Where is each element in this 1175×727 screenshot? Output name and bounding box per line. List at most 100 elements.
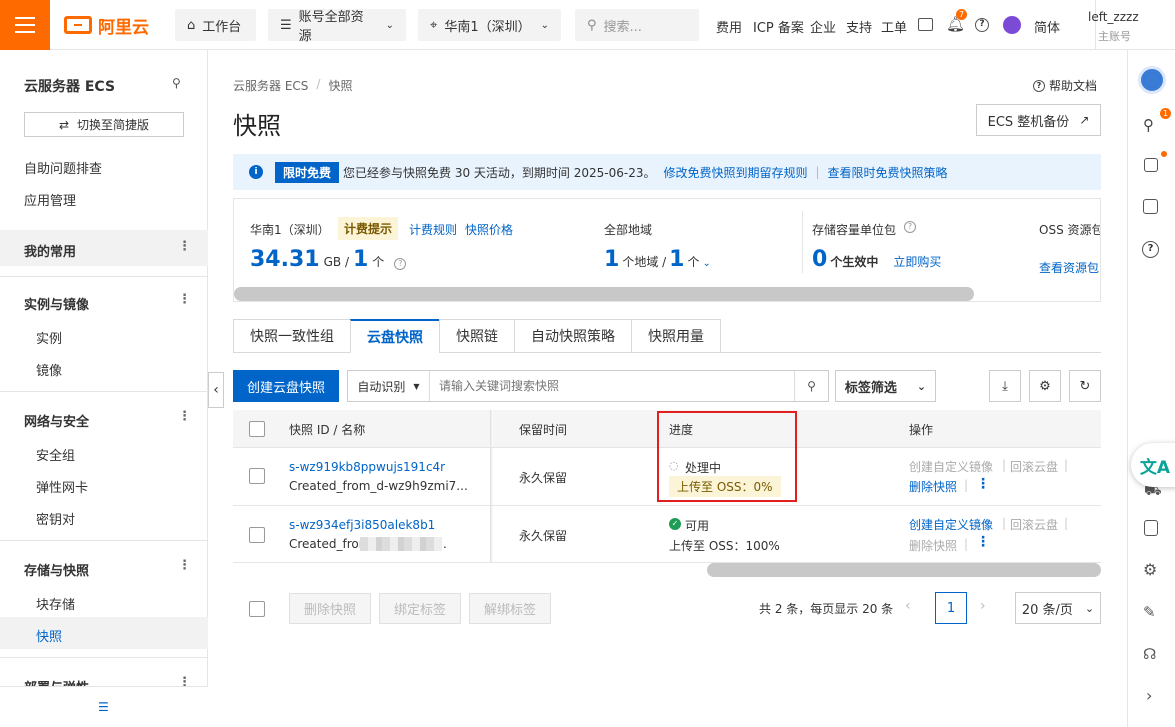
regions-count-unit: 个 (687, 255, 700, 269)
document-icon[interactable] (1144, 520, 1158, 536)
more-actions-icon[interactable]: ⋮ (976, 476, 990, 492)
nav-group-storage[interactable]: 存储与快照 (24, 560, 89, 579)
ticket-link[interactable]: 工单 (881, 17, 907, 36)
translate-icon[interactable]: 文A (1131, 443, 1175, 487)
nav-item-images[interactable]: 镜像 (36, 360, 62, 379)
snapshot-id-link[interactable]: s-wz934efj3i850alek8b1 (289, 518, 435, 532)
chevron-down-icon[interactable]: ⌄ (703, 258, 711, 269)
unbind-tag-button[interactable]: 解绑标签 (469, 593, 551, 624)
page-size-label: 20 条/页 (1021, 602, 1073, 618)
tab-consistency-group[interactable]: 快照一致性组 (233, 319, 351, 353)
search-icon[interactable]: ⚲ (1143, 116, 1154, 134)
region-selector[interactable]: ⌖ 华南1（深圳） ⌄ (418, 9, 561, 41)
breadcrumb-ecs[interactable]: 云服务器 ECS (233, 77, 308, 94)
select-all-checkbox[interactable] (249, 421, 265, 437)
more-icon[interactable]: ⋮ (178, 292, 191, 307)
nav-item-keypair[interactable]: 密钥对 (36, 509, 75, 528)
refresh-icon[interactable]: ↻ (1069, 370, 1101, 402)
aliyun-logo[interactable]: 阿里云 (64, 14, 149, 38)
tab-auto-policy[interactable]: 自动快照策略 (514, 319, 632, 353)
nav-active-row[interactable] (0, 617, 208, 649)
switch-simple-mode-button[interactable]: ⇄ 切换至简捷版 (24, 112, 184, 137)
tag-filter-button[interactable]: 标签筛选 ⌄ (835, 370, 936, 402)
help-icon[interactable]: ? (394, 258, 407, 270)
workbench-button[interactable]: ⌂ 工作台 (175, 9, 256, 41)
create-snapshot-button[interactable]: 创建云盘快照 (233, 370, 339, 402)
nav-group-instances[interactable]: 实例与镜像 (24, 294, 89, 313)
modify-rule-link[interactable]: 修改免费快照到期留存规则 (663, 164, 807, 181)
tab-snapshot-chain[interactable]: 快照链 (439, 319, 515, 353)
tab-snapshot-usage[interactable]: 快照用量 (631, 319, 721, 353)
collapse-nav-icon[interactable]: ‹ (208, 372, 224, 408)
enterprise-link[interactable]: 企业 (810, 17, 836, 36)
help-docs-link[interactable]: ? 帮助文档 (1033, 77, 1097, 94)
support-link[interactable]: 支持 (846, 17, 872, 36)
row-checkbox[interactable] (249, 468, 265, 484)
more-icon[interactable]: ⋮ (178, 239, 191, 254)
search-icon[interactable]: ⚲ (172, 76, 181, 90)
nav-group-favorites[interactable]: 我的常用 (24, 241, 76, 260)
buy-now-link[interactable]: 立即购买 (893, 253, 941, 270)
ai-assistant-icon[interactable] (1003, 16, 1021, 34)
collapse-menu-icon[interactable]: ☰ (98, 700, 109, 714)
nav-group-network[interactable]: 网络与安全 (24, 411, 89, 430)
page-number-button[interactable]: 1 (935, 592, 967, 624)
nav-item-troubleshoot[interactable]: 自助问题排查 (24, 158, 102, 177)
search-box[interactable]: ⚲ 搜索... (575, 9, 699, 41)
checklist-icon[interactable] (1143, 199, 1158, 214)
snapshot-price-link[interactable]: 快照价格 (465, 221, 513, 238)
create-image-link[interactable]: 创建自定义镜像 (909, 458, 993, 475)
snapshot-id-link[interactable]: s-wz919kb8ppwujs191c4r (289, 460, 445, 474)
footer-select-all-checkbox[interactable] (249, 601, 265, 617)
user-name[interactable]: left_zzzz (1088, 10, 1139, 24)
settings-icon[interactable]: ⚙ (1029, 370, 1061, 402)
more-icon[interactable]: ⋮ (178, 558, 191, 573)
nav-item-app-management[interactable]: 应用管理 (24, 190, 76, 209)
help-icon[interactable]: ? (904, 221, 916, 233)
settings-icon[interactable]: ⚙ (1143, 560, 1157, 579)
view-policy-link[interactable]: 查看限时免费快照策略 (828, 164, 948, 181)
table-scrollbar[interactable] (707, 563, 1101, 577)
icp-link[interactable]: ICP 备案 (753, 17, 804, 36)
language-switch[interactable]: 简体 (1034, 17, 1060, 36)
page-size-select[interactable]: 20 条/页 ⌄ (1015, 592, 1101, 624)
row-checkbox[interactable] (249, 527, 265, 543)
more-actions-icon[interactable]: ⋮ (976, 534, 990, 550)
next-page-icon[interactable]: › (980, 598, 986, 614)
nav-item-instances[interactable]: 实例 (36, 328, 62, 347)
nav-item-eni[interactable]: 弹性网卡 (36, 477, 88, 496)
help-icon[interactable]: ? (1142, 241, 1159, 258)
edit-icon[interactable]: ✎ (1143, 603, 1156, 621)
nav-item-security-group[interactable]: 安全组 (36, 445, 75, 464)
chevron-right-icon[interactable]: › (1146, 686, 1152, 705)
robot-assistant-icon[interactable] (1138, 66, 1166, 94)
menu-icon[interactable] (0, 0, 50, 50)
resource-selector[interactable]: ☰ 账号全部资源 ⌄ (268, 9, 406, 44)
switch-label: 切换至简捷版 (77, 118, 150, 132)
snapshot-search-input[interactable] (430, 371, 794, 401)
prev-page-icon[interactable]: ‹ (905, 598, 911, 614)
bulk-delete-button[interactable]: 删除快照 (289, 593, 371, 624)
tab-disk-snapshot[interactable]: 云盘快照 (350, 319, 440, 353)
bind-tag-button[interactable]: 绑定标签 (379, 593, 461, 624)
ecs-backup-button[interactable]: ECS 整机备份 ↗ (976, 104, 1101, 136)
more-icon[interactable]: ⋮ (178, 409, 191, 424)
create-image-link[interactable]: 创建自定义镜像 (909, 516, 993, 533)
billing-rule-link[interactable]: 计费规则 (409, 221, 457, 238)
nav-item-block-storage[interactable]: 块存储 (36, 594, 75, 613)
stats-scrollbar[interactable] (234, 287, 974, 301)
nav-item-snapshot[interactable]: 快照 (36, 626, 62, 645)
download-icon[interactable]: ⤓ (989, 370, 1021, 402)
search-icon[interactable]: ⚲ (794, 371, 828, 401)
help-icon[interactable]: ? (975, 18, 989, 32)
fees-link[interactable]: 费用 (716, 17, 742, 36)
delete-snapshot-link[interactable]: 删除快照 (909, 478, 957, 495)
headset-icon[interactable]: ☊ (1143, 645, 1156, 663)
image-icon[interactable] (918, 18, 933, 31)
book-icon[interactable] (1144, 158, 1158, 172)
auto-detect-select[interactable]: 自动识别 ▼ (348, 371, 430, 401)
delete-snapshot-link[interactable]: 删除快照 (909, 537, 957, 554)
rollback-disk-link[interactable]: 回滚云盘 (1010, 516, 1058, 533)
oss-link[interactable]: 查看资源包 (1039, 259, 1099, 276)
rollback-disk-link[interactable]: 回滚云盘 (1010, 458, 1058, 475)
